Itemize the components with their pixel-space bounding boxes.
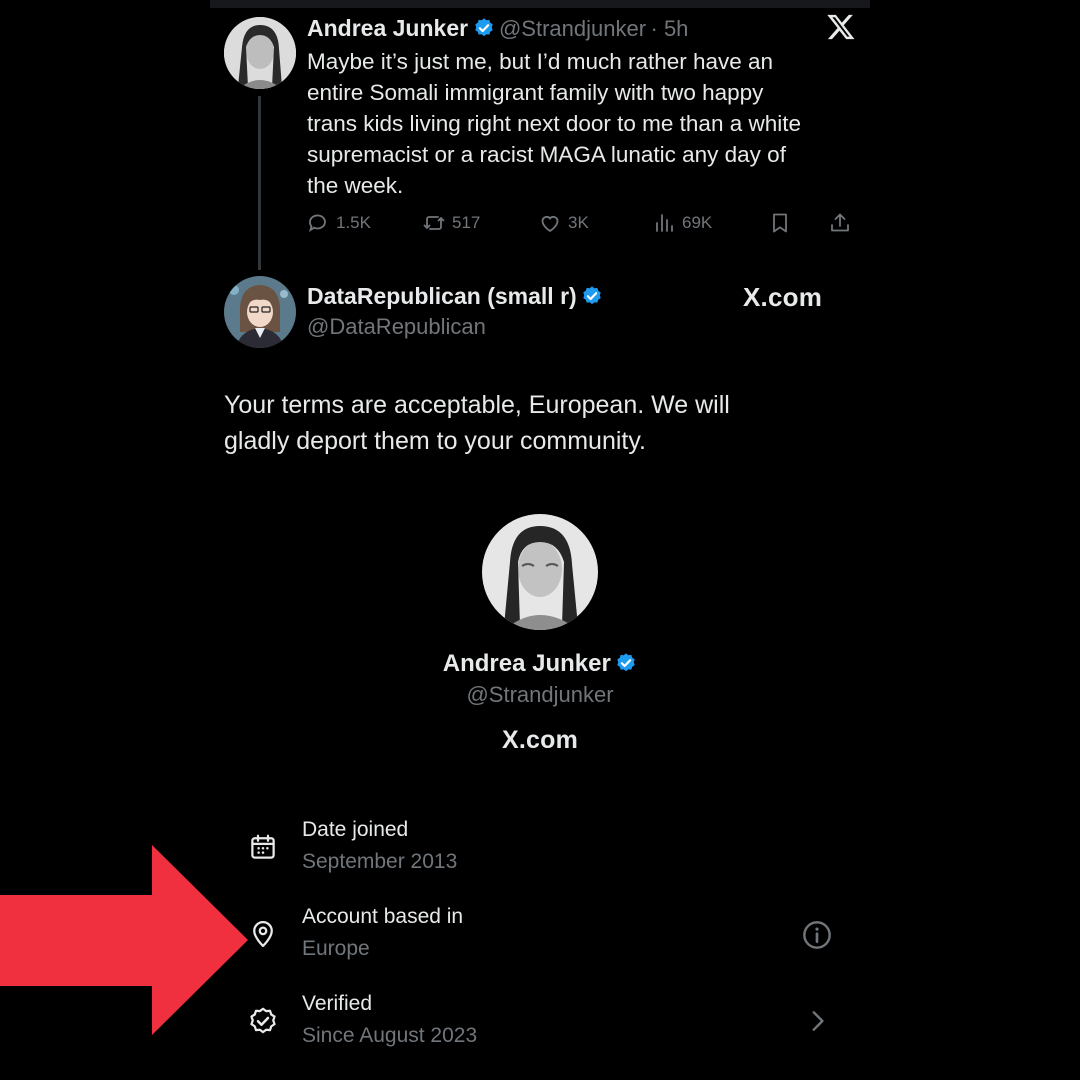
about-row-date-joined: Date joined September 2013 bbox=[246, 818, 846, 888]
tweet1-text-line: trans kids living right next door to me … bbox=[307, 111, 802, 136]
tweet1-text-line: supremacist or a racist MAGA lunatic any… bbox=[307, 142, 786, 167]
datarepublican-avatar[interactable] bbox=[224, 276, 296, 348]
share-icon bbox=[831, 213, 849, 232]
tweet1-header: Andrea Junker @Strandjunker · 5h bbox=[307, 15, 688, 42]
tweet1-text-line: entire Somali immigrant family with two … bbox=[307, 80, 764, 105]
repost-icon bbox=[423, 216, 445, 230]
thread-connector-line bbox=[258, 96, 261, 270]
verified-value: Since August 2023 bbox=[302, 1024, 478, 1047]
x-logo-top bbox=[826, 12, 856, 47]
tweet1-text-line: Maybe it’s just me, but I’d much rather … bbox=[307, 49, 774, 74]
heart-icon bbox=[541, 216, 559, 233]
like-button[interactable]: 3K bbox=[538, 211, 589, 235]
info-icon[interactable] bbox=[801, 919, 833, 951]
date-joined-title: Date joined bbox=[302, 818, 409, 841]
profile-card-handle[interactable]: @Strandjunker bbox=[0, 682, 1080, 708]
profile-card-avatar[interactable] bbox=[482, 514, 598, 630]
about-row-verified[interactable]: Verified Since August 2023 bbox=[246, 992, 846, 1062]
tweet1-timestamp[interactable]: · 5h bbox=[651, 16, 689, 41]
tweet2-author-handle[interactable]: @DataRepublican bbox=[307, 314, 486, 340]
x-dot-com-watermark: X.com bbox=[743, 282, 823, 312]
tweet1-text: Maybe it’s just me, but I’d much rather … bbox=[307, 46, 867, 201]
bookmark-button[interactable] bbox=[768, 211, 792, 235]
share-button[interactable] bbox=[828, 211, 852, 235]
profile-card-x-dot-com: X.com bbox=[501, 726, 579, 754]
frame-top-edge bbox=[210, 0, 870, 8]
repost-button[interactable]: 517 bbox=[422, 211, 480, 235]
profile-card-name-row: Andrea Junker bbox=[0, 650, 1080, 678]
tweet2-text-line: Your terms are acceptable, European. We … bbox=[224, 391, 730, 419]
views-count: 69K bbox=[682, 213, 713, 232]
views-button[interactable]: 69K bbox=[652, 211, 712, 235]
tweet2-header: DataRepublican (small r) bbox=[307, 283, 603, 310]
like-count: 3K bbox=[568, 213, 589, 232]
tweet2-text: Your terms are acceptable, European. We … bbox=[224, 387, 730, 459]
repost-count: 517 bbox=[452, 213, 481, 232]
verified-badge-icon bbox=[583, 286, 601, 305]
x-logo-icon bbox=[827, 14, 855, 40]
account-based-in-value: Europe bbox=[302, 937, 370, 960]
reply-button[interactable]: 1.5K bbox=[306, 211, 371, 235]
about-row-account-based-in: Account based in Europe bbox=[246, 905, 846, 975]
reply-count: 1.5K bbox=[336, 213, 371, 232]
verified-badge-outline-icon bbox=[250, 1007, 276, 1034]
verified-badge-icon bbox=[474, 18, 493, 37]
account-based-in-title: Account based in bbox=[302, 905, 464, 928]
red-arrow-annotation bbox=[0, 845, 248, 1035]
tweet1-action-bar: 1.5K 517 3K 69K bbox=[306, 211, 856, 239]
location-pin-icon bbox=[253, 921, 273, 947]
profile-card-name[interactable]: Andrea Junker bbox=[443, 650, 611, 677]
date-joined-value: September 2013 bbox=[302, 850, 458, 873]
verified-badge-icon bbox=[617, 653, 635, 672]
tweet1-text-line: the week. bbox=[307, 173, 404, 198]
andrea-avatar[interactable] bbox=[224, 17, 296, 89]
tweet1-author-handle[interactable]: @Strandjunker bbox=[499, 16, 646, 41]
bookmark-icon bbox=[773, 213, 787, 233]
tweet2-author-name[interactable]: DataRepublican (small r) bbox=[307, 283, 577, 309]
tweet1-author-name[interactable]: Andrea Junker bbox=[307, 15, 468, 41]
bar-chart-icon bbox=[656, 214, 673, 232]
chevron-right-icon[interactable] bbox=[804, 1007, 830, 1035]
verified-title: Verified bbox=[302, 992, 373, 1015]
tweet2-text-line: gladly deport them to your community. bbox=[224, 427, 646, 455]
reply-icon bbox=[309, 214, 326, 233]
calendar-icon bbox=[251, 834, 275, 859]
